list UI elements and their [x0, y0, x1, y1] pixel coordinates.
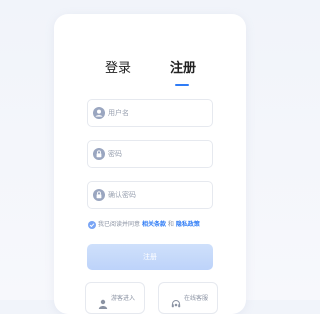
agree-checkbox[interactable] [88, 220, 96, 229]
headset-icon [171, 294, 181, 308]
online-service-button[interactable]: 在线客服 [158, 282, 218, 314]
lock-icon [93, 189, 105, 201]
agreement-prefix: 我已阅读并同意 [98, 221, 141, 228]
person-icon [98, 294, 108, 309]
guest-enter-button[interactable]: 游客进入 [85, 282, 145, 314]
active-tab-indicator [175, 84, 189, 86]
password-field[interactable]: 密码 [87, 140, 213, 168]
confirm-password-placeholder: 确认密码 [108, 191, 136, 199]
terms-link[interactable]: 相关条款 [142, 221, 166, 228]
username-placeholder: 用户名 [108, 109, 129, 117]
auth-tabs: 登录 注册 [54, 60, 246, 90]
tab-login[interactable]: 登录 [105, 60, 131, 78]
tab-register[interactable]: 注册 [170, 60, 196, 78]
username-field[interactable]: 用户名 [87, 99, 213, 127]
user-icon [93, 107, 105, 119]
guest-enter-label: 游客进入 [111, 295, 136, 302]
password-placeholder: 密码 [108, 150, 122, 158]
online-service-label: 在线客服 [184, 295, 209, 302]
register-button[interactable]: 注册 [87, 244, 213, 270]
lock-icon [93, 148, 105, 160]
agreement-row: 我已阅读并同意 相关条款 和 隐私政策 [88, 220, 200, 230]
confirm-password-field[interactable]: 确认密码 [87, 181, 213, 209]
agreement-and: 和 [167, 221, 174, 228]
privacy-link[interactable]: 隐私政策 [176, 221, 200, 228]
register-card: 登录 注册 用户名 密码 确认密码 我已阅读并同意 相关条款 和 隐私政策 注册… [54, 14, 246, 314]
